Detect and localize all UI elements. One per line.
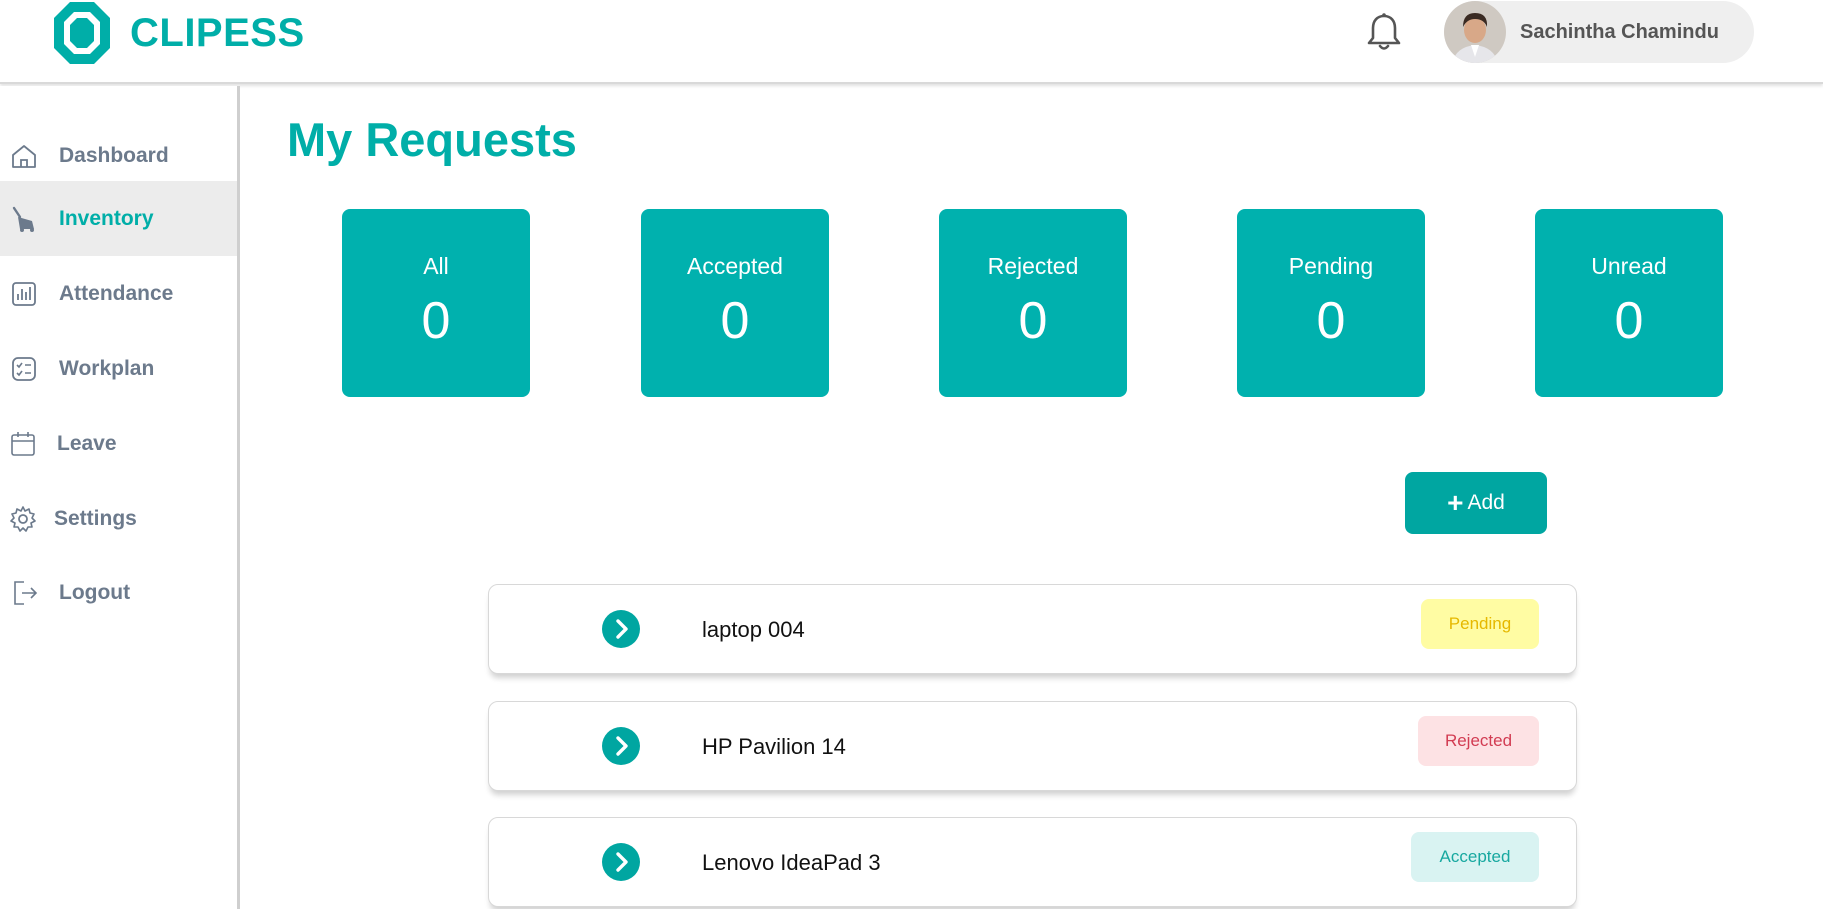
sidebar-item-settings[interactable]: Settings: [0, 481, 237, 556]
avatar: [1444, 1, 1506, 63]
app-name: CLIPESS: [130, 10, 305, 55]
sidebar-item-attendance[interactable]: Attendance: [0, 256, 237, 331]
status-badge: Accepted: [1411, 832, 1539, 882]
expand-chevron-icon[interactable]: [602, 727, 640, 765]
bell-icon[interactable]: [1366, 12, 1402, 52]
sidebar-item-label: Leave: [57, 431, 117, 455]
sidebar-item-inventory[interactable]: Inventory: [0, 181, 237, 256]
sidebar-item-label: Logout: [59, 580, 131, 604]
logo-octagon-icon: [54, 2, 110, 64]
stat-value: 0: [720, 292, 750, 350]
expand-chevron-icon[interactable]: [602, 843, 640, 881]
request-row[interactable]: laptop 004 Pending: [488, 584, 1577, 674]
calendar-icon: [11, 432, 35, 456]
sidebar-item-leave[interactable]: Leave: [0, 406, 237, 481]
bar-chart-icon: [12, 282, 36, 306]
request-row[interactable]: Lenovo IdeaPad 3 Accepted: [488, 817, 1577, 907]
stat-card-all[interactable]: All 0: [342, 209, 530, 397]
sidebar-item-label: Workplan: [59, 356, 155, 380]
stat-value: 0: [1018, 292, 1048, 350]
gear-icon: [10, 506, 36, 532]
top-header: CLIPESS Sachintha Chamindu: [0, 0, 1823, 84]
sidebar-item-logout[interactable]: Logout: [0, 555, 237, 630]
status-badge: Pending: [1421, 599, 1539, 649]
stat-label: All: [423, 253, 449, 279]
request-row[interactable]: HP Pavilion 14 Rejected: [488, 701, 1577, 791]
plus-icon: +: [1447, 487, 1464, 518]
stat-value: 0: [421, 292, 451, 350]
logout-icon: [14, 581, 38, 605]
sidebar-item-label: Settings: [54, 506, 137, 530]
stat-label: Pending: [1288, 253, 1374, 279]
sidebar: Dashboard Inventory Attendance Workplan: [0, 86, 240, 909]
stat-value: 0: [1614, 292, 1644, 350]
app-logo[interactable]: CLIPESS: [52, 0, 305, 66]
request-name: HP Pavilion 14: [702, 734, 846, 759]
request-name: Lenovo IdeaPad 3: [702, 850, 881, 875]
checklist-icon: [12, 357, 36, 381]
sidebar-item-workplan[interactable]: Workplan: [0, 331, 237, 406]
status-badge: Rejected: [1418, 716, 1539, 766]
sidebar-item-label: Attendance: [59, 281, 174, 305]
stat-card-accepted[interactable]: Accepted 0: [641, 209, 829, 397]
sidebar-item-label: Dashboard: [59, 143, 169, 167]
expand-chevron-icon[interactable]: [602, 610, 640, 648]
stat-label: Accepted: [687, 253, 783, 279]
stat-card-unread[interactable]: Unread 0: [1535, 209, 1723, 397]
add-button-label: Add: [1467, 491, 1505, 514]
home-icon: [12, 145, 36, 168]
user-menu[interactable]: Sachintha Chamindu: [1444, 1, 1754, 63]
sidebar-item-label: Inventory: [59, 206, 154, 230]
vacuum-cleaner-icon: [12, 206, 34, 232]
stat-card-rejected[interactable]: Rejected 0: [939, 209, 1127, 397]
stat-value: 0: [1316, 292, 1346, 350]
request-name: laptop 004: [702, 617, 805, 642]
stat-label: Rejected: [987, 253, 1079, 279]
user-name: Sachintha Chamindu: [1520, 20, 1719, 43]
add-request-button[interactable]: + Add: [1405, 472, 1547, 534]
stat-card-pending[interactable]: Pending 0: [1237, 209, 1425, 397]
stat-label: Unread: [1591, 253, 1667, 279]
page-title: My Requests: [287, 113, 577, 166]
